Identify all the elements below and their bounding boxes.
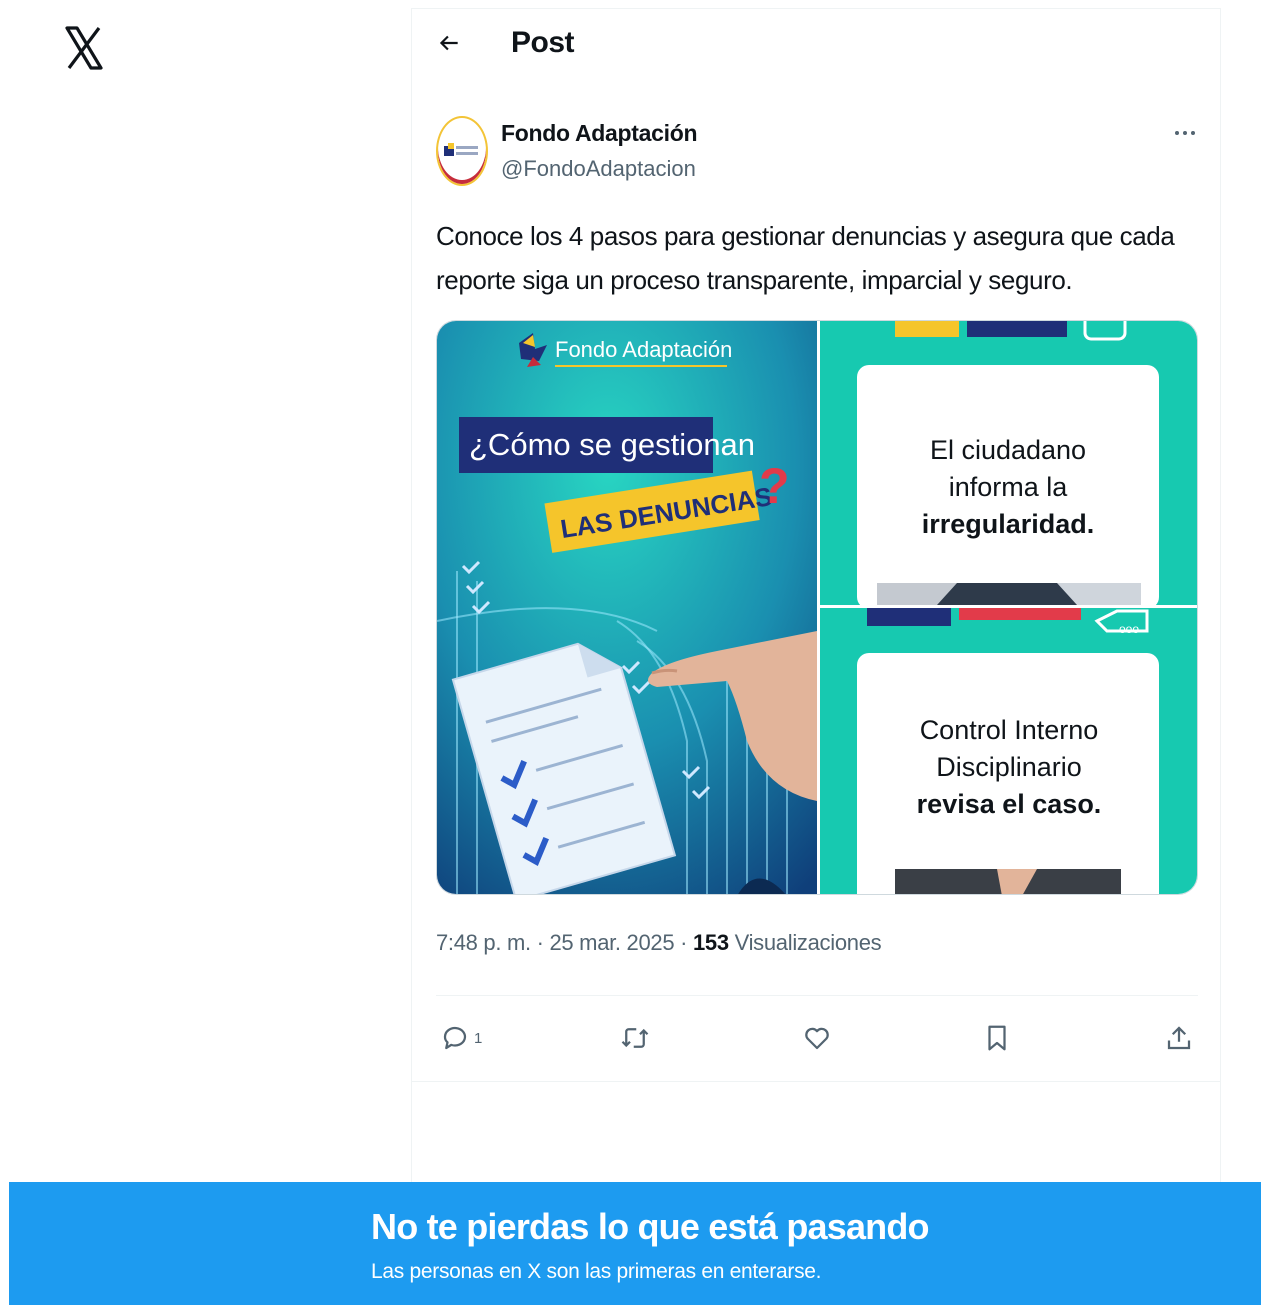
repost-button[interactable]: [620, 1018, 650, 1058]
divider: [436, 995, 1198, 996]
more-button[interactable]: [1170, 118, 1200, 148]
media-step2-line1: Control Interno: [920, 715, 1099, 745]
page-title: Post: [511, 26, 575, 59]
media-image-bottom-right[interactable]: ooo Control Interno Disciplinario revisa…: [820, 608, 1198, 895]
media-question-mark: ?: [759, 458, 790, 514]
media-dots: ooo: [1119, 622, 1139, 636]
post-column: Post Fondo Adaptación @FondoAdaptacion C…: [411, 8, 1221, 1188]
media-step2-line2: Disciplinario: [936, 752, 1082, 782]
share-button[interactable]: [1164, 1018, 1194, 1058]
media-image-top-right[interactable]: El ciudadano informa la irregularidad.: [820, 321, 1198, 609]
avatar[interactable]: [436, 116, 488, 186]
more-icon: [1175, 131, 1195, 135]
bookmark-icon: [988, 1025, 1006, 1051]
bookmark-button[interactable]: [982, 1018, 1012, 1058]
author-name[interactable]: Fondo Adaptación: [501, 120, 698, 147]
author-handle[interactable]: @FondoAdaptacion: [501, 156, 696, 182]
signup-banner: No te pierdas lo que está pasando Las pe…: [9, 1182, 1261, 1305]
back-button[interactable]: [432, 26, 466, 60]
banner-title: No te pierdas lo que está pasando: [371, 1206, 930, 1247]
reply-count: 1: [474, 1029, 483, 1047]
post-header: Post: [412, 8, 1220, 80]
repost-icon: [621, 1028, 649, 1048]
share-icon: [1167, 1026, 1191, 1050]
post-time[interactable]: 7:48 p. m. · 25 mar. 2025 ·: [436, 930, 693, 955]
like-icon: [805, 1027, 829, 1050]
post-meta: 7:48 p. m. · 25 mar. 2025 · 153 Visualiz…: [436, 930, 882, 956]
media-headline: ¿Cómo se gestionan: [469, 427, 755, 462]
divider: [412, 1081, 1220, 1082]
back-arrow-icon: [439, 35, 458, 51]
action-bar: 1: [436, 1018, 1198, 1058]
media-image-left[interactable]: Fondo Adaptación ¿Cómo se gestionan LAS …: [437, 321, 817, 895]
reply-icon: [443, 1026, 467, 1050]
media-step1-line3: irregularidad.: [922, 509, 1095, 539]
post-text: Conoce los 4 pasos para gestionar denunc…: [436, 221, 1175, 295]
post-media[interactable]: Fondo Adaptación ¿Cómo se gestionan LAS …: [436, 320, 1198, 895]
media-step1-line2: informa la: [949, 472, 1069, 502]
media-brand: Fondo Adaptación: [555, 337, 732, 362]
avatar-logo-icon: [444, 143, 478, 156]
like-button[interactable]: [802, 1018, 832, 1058]
media-step2-line3: revisa el caso.: [917, 789, 1102, 819]
reply-button[interactable]: 1: [440, 1018, 482, 1058]
media-step1-line1: El ciudadano: [930, 435, 1086, 465]
banner-subtitle: Las personas en X son las primeras en en…: [371, 1260, 822, 1283]
x-logo-icon[interactable]: [64, 26, 104, 70]
views-label: Visualizaciones: [728, 930, 882, 955]
views-count: 153: [692, 930, 729, 955]
